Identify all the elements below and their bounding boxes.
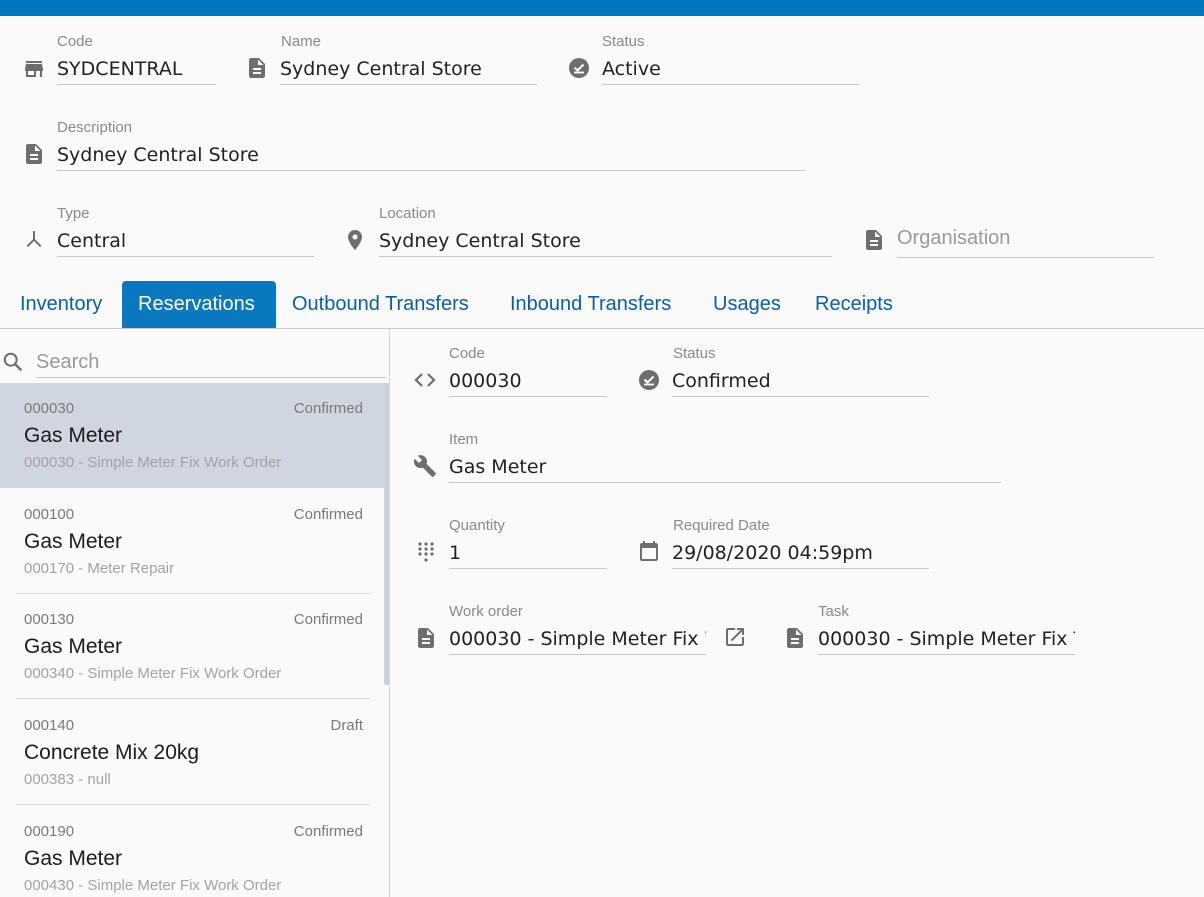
field-value[interactable]: 000030 - Simple Meter Fix Task [818, 624, 1075, 655]
top-app-bar [0, 0, 1204, 16]
organisation-placeholder[interactable]: Organisation [897, 223, 1154, 258]
wrench-icon [413, 455, 436, 477]
tab-receipts[interactable]: Receipts [799, 281, 909, 328]
field-value[interactable]: 000030 - Simple Meter Fix Work Order [449, 624, 706, 655]
item-name: Gas Meter [24, 424, 123, 447]
field-label: Status [673, 345, 716, 362]
field-label: Work order [449, 603, 523, 620]
list-divider [16, 804, 370, 805]
field-value[interactable]: 1 [449, 538, 607, 569]
field-value[interactable]: Central [57, 226, 314, 257]
field-value[interactable]: Confirmed [672, 366, 929, 397]
reservation-list-pane: 000030 Confirmed Gas Meter 000030 - Simp… [0, 329, 390, 897]
item-name: Gas Meter [24, 530, 123, 553]
document-icon [26, 144, 42, 164]
location-pin-icon [348, 230, 362, 250]
item-code: 000100 [24, 506, 75, 523]
open-in-new-icon[interactable] [723, 625, 747, 649]
item-name: Gas Meter [24, 635, 123, 658]
list-item[interactable]: 000190 Confirmed Gas Meter 000430 - Simp… [0, 806, 370, 897]
field-label: Name [281, 33, 322, 50]
search-icon [3, 352, 23, 372]
document-icon [787, 628, 803, 648]
item-subtitle: 000340 - Simple Meter Fix Work Order [24, 665, 282, 682]
document-icon [418, 628, 434, 648]
check-circle-icon [569, 58, 589, 78]
store-icon [25, 61, 43, 77]
item-code: 000030 [24, 400, 75, 417]
item-status: Confirmed [293, 823, 363, 840]
field-value[interactable]: Active [602, 54, 859, 85]
item-name: Gas Meter [24, 847, 123, 870]
code-icon [414, 373, 436, 387]
field-label: Description [57, 119, 133, 136]
field-value[interactable]: SYDCENTRAL [57, 54, 216, 85]
list-item[interactable]: 000100 Confirmed Gas Meter 000170 - Mete… [0, 489, 370, 594]
field-value[interactable]: 000030 [449, 366, 607, 397]
tab-inventory[interactable]: Inventory [4, 281, 118, 328]
list-item[interactable]: 000140 Draft Concrete Mix 20kg 000383 - … [0, 700, 370, 805]
item-status: Confirmed [293, 400, 363, 417]
list-item[interactable]: 000030 Confirmed Gas Meter 000030 - Simp… [0, 383, 389, 488]
document-icon [866, 230, 882, 250]
field-value[interactable]: 29/08/2020 04:59pm [672, 538, 929, 569]
branch-icon [26, 231, 42, 247]
calendar-icon [640, 541, 658, 561]
list-item[interactable]: 000130 Confirmed Gas Meter 000340 - Simp… [0, 594, 370, 699]
item-status: Draft [330, 717, 363, 734]
field-value[interactable]: Gas Meter [449, 452, 1001, 483]
field-value[interactable]: Sydney Central Store [280, 54, 537, 85]
field-label: Code [57, 33, 93, 50]
item-status: Confirmed [293, 506, 363, 523]
field-label: Required Date [673, 517, 770, 534]
tab-inbound-transfers[interactable]: Inbound Transfers [494, 281, 687, 328]
field-label: Type [57, 205, 90, 222]
field-label: Code [449, 345, 485, 362]
item-subtitle: 000430 - Simple Meter Fix Work Order [24, 877, 282, 894]
item-code: 000130 [24, 611, 75, 628]
field-label: Location [379, 205, 436, 222]
field-value[interactable]: Sydney Central Store [379, 226, 832, 257]
tab-bar: Inventory Reservations Outbound Transfer… [0, 281, 1204, 328]
tab-usages[interactable]: Usages [697, 281, 797, 328]
list-divider [16, 698, 370, 699]
field-label: Status [602, 33, 645, 50]
item-status: Confirmed [293, 611, 363, 628]
item-code: 000140 [24, 717, 75, 734]
search-input[interactable] [36, 347, 386, 378]
tab-outbound-transfers[interactable]: Outbound Transfers [276, 281, 485, 328]
item-code: 000190 [24, 823, 75, 840]
item-subtitle: 000383 - null [24, 771, 111, 788]
item-name: Concrete Mix 20kg [24, 741, 200, 764]
list-scrollbar[interactable] [384, 383, 389, 685]
field-value[interactable]: Sydney Central Store [57, 140, 805, 171]
field-label: Quantity [449, 517, 505, 534]
tab-reservations[interactable]: Reservations [122, 281, 276, 328]
document-icon [249, 58, 265, 78]
item-subtitle: 000170 - Meter Repair [24, 560, 175, 577]
dialpad-icon [418, 542, 434, 562]
field-label: Item [449, 431, 479, 448]
check-circle-icon [639, 370, 659, 390]
item-subtitle: 000030 - Simple Meter Fix Work Order [24, 454, 282, 471]
field-label: Task [818, 603, 849, 620]
